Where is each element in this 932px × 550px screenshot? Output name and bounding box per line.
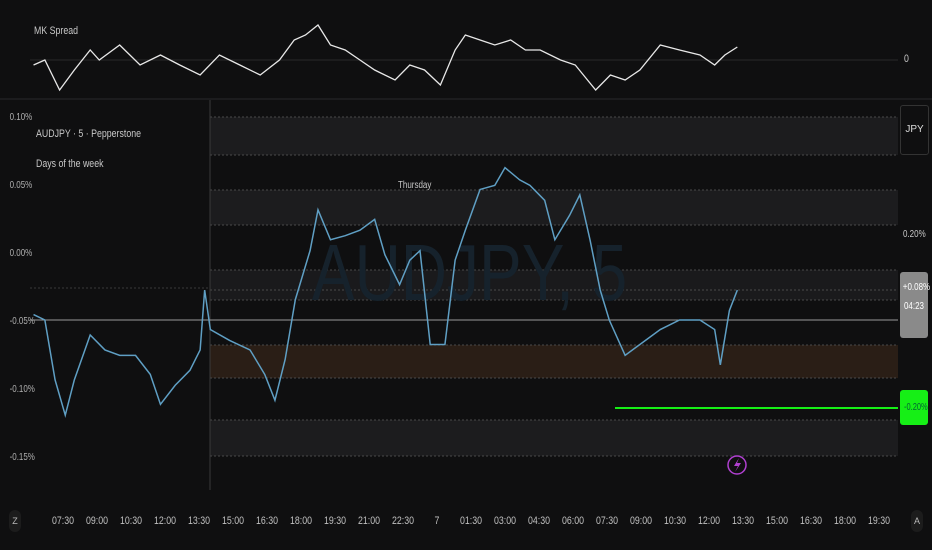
level-band [210,190,898,225]
spread-zero-label: 0 [904,53,909,65]
currency-button[interactable]: JPY [900,105,929,155]
x-tick-label: 10:30 [120,515,142,527]
x-tick-label: 09:00 [630,515,652,527]
spread-series-line [33,24,738,92]
y-tick-label: -0.05% [10,315,35,326]
day-label: Thursday [398,180,432,191]
x-tick-label: 18:00 [834,515,856,527]
x-tick-label: 19:30 [868,515,890,527]
x-tick-label: 21:00 [358,515,380,527]
x-tick-label: 7 [435,515,440,527]
level-band [210,420,898,456]
indicator-legend[interactable]: Days of the week [36,158,104,170]
level-label: 0.20% [903,229,926,240]
level-band [210,117,898,155]
x-axis-ticks: 07:30 09:00 10:30 12:00 13:30 15:00 16:30 18:00… [52,515,890,527]
x-tick-label: 04:30 [528,515,550,527]
price-badge: +0.08% 04:23 [900,272,931,338]
x-tick-label: 07:30 [596,515,618,527]
x-tick-label: 16:30 [256,515,278,527]
y-tick-label: 0.00% [10,247,33,258]
y-tick-label: 0.10% [10,111,33,122]
watermark: AUDJPY, 5 [312,228,627,317]
x-tick-label: 15:00 [766,515,788,527]
spread-indicator-title: MK Spread [34,25,79,37]
x-tick-label: 13:30 [732,515,754,527]
y-tick-label: -0.10% [10,383,35,394]
bar-countdown: 04:23 [903,301,925,312]
x-tick-label: 01:30 [460,515,482,527]
x-tick-label: 12:00 [698,515,720,527]
x-tick-label: 18:00 [290,515,312,527]
green-level-value: -0.20% [903,402,928,413]
x-tick-label: 13:30 [188,515,210,527]
x-tick-label: 16:30 [800,515,822,527]
alert-icon[interactable] [727,455,747,475]
x-tick-label: 12:00 [154,515,176,527]
y-axis-ticks: 0.10% 0.05% 0.00% -0.05% -0.10% -0.15% [10,111,35,462]
x-tick-label: 22:30 [392,515,414,527]
x-tick-label: 15:00 [222,515,244,527]
auto-scale-left-button[interactable]: Z [9,510,21,532]
auto-scale-right-button[interactable]: A [911,510,923,532]
x-tick-label: 19:30 [324,515,346,527]
x-tick-label: 09:00 [86,515,108,527]
level-band [210,345,898,378]
x-tick-label: 07:30 [52,515,74,527]
symbol-legend[interactable]: AUDJPY · 5 · Pepperstone [36,128,141,140]
x-tick-label: 06:00 [562,515,584,527]
green-level-badge[interactable]: -0.20% [900,390,928,425]
x-tick-label: 10:30 [664,515,686,527]
x-tick-label: 03:00 [494,515,516,527]
chart-canvas[interactable]: AUDJPY, 5 0.10% 0.05% 0.00% -0.05% -0.10% -0.… [0,0,932,550]
price-change: +0.08% [902,282,931,293]
y-tick-label: 0.05% [10,179,33,190]
y-tick-label: -0.15% [10,451,35,462]
